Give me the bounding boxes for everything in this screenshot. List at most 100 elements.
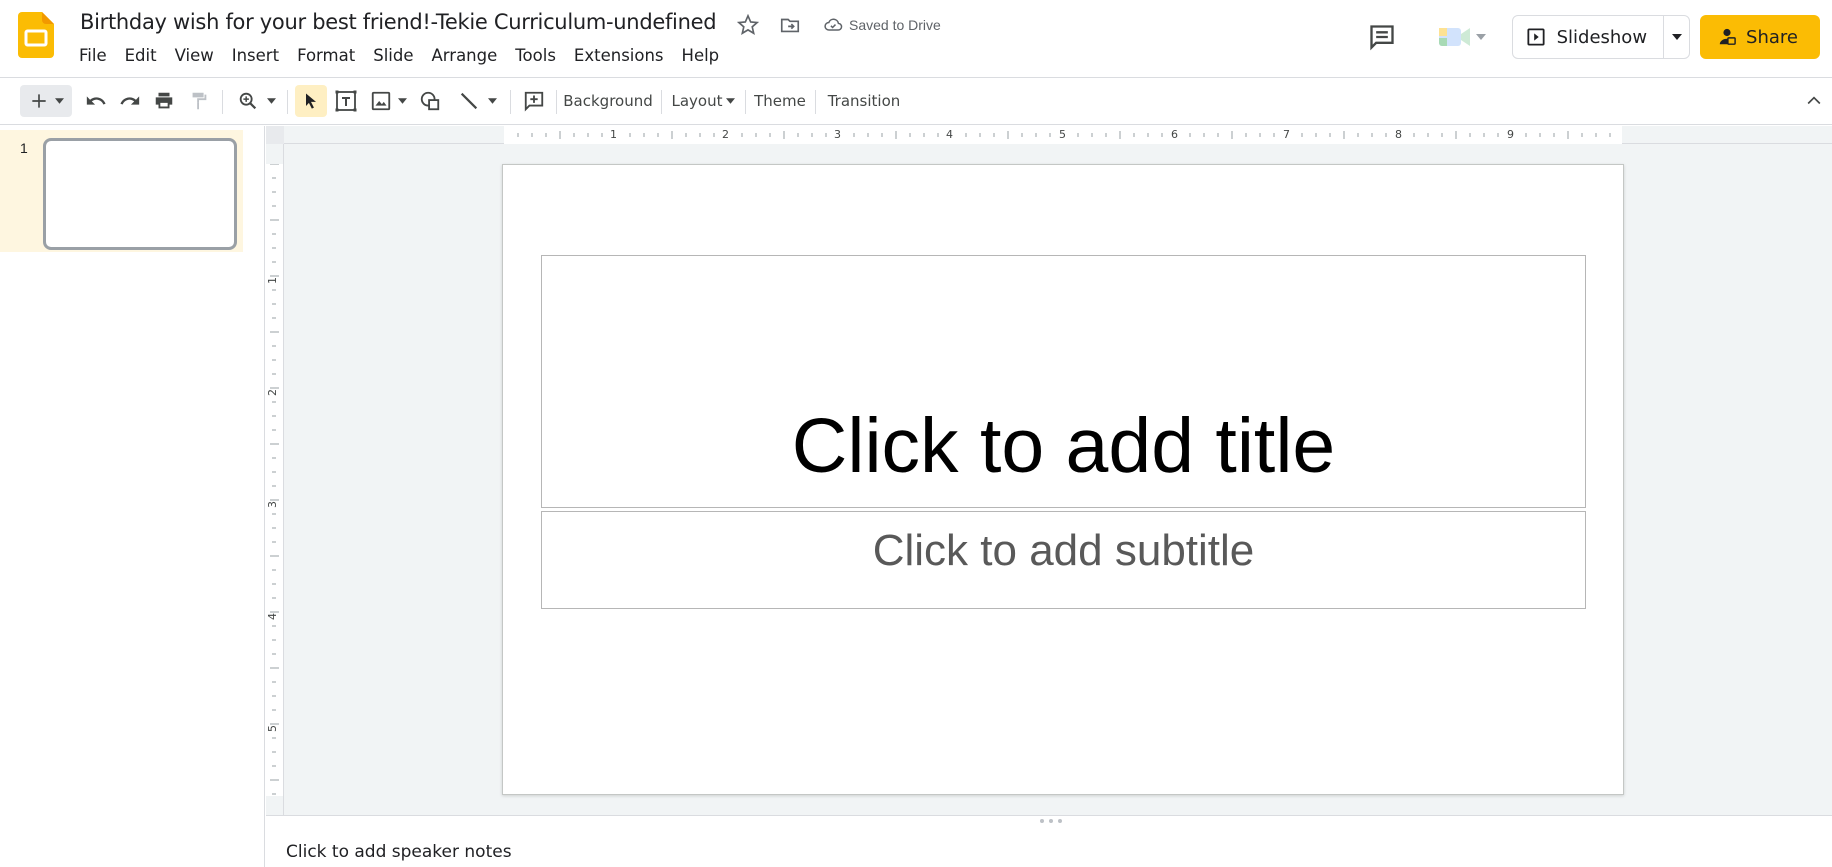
cursor-arrow-icon [306,93,316,109]
document-title[interactable]: Birthday wish for your best friend!-Teki… [80,10,717,34]
ruler-v-label: 5 [266,725,279,732]
save-status[interactable]: Saved to Drive [823,15,941,35]
menu-extensions[interactable]: Extensions [565,44,673,67]
paint-format-button[interactable] [185,78,213,124]
chevron-down-icon [1671,34,1682,40]
add-comment-icon [524,91,544,112]
slide-thumbnail[interactable] [43,138,237,250]
star-icon[interactable] [737,14,759,36]
toolbar-divider [745,90,746,114]
zoom-button[interactable] [232,78,280,124]
layout-button[interactable]: Layout [668,78,738,124]
menu-slide[interactable]: Slide [364,44,422,67]
slide-thumbnail-row[interactable]: 1 [0,130,243,252]
horizontal-ruler[interactable]: 1 2 3 4 5 6 7 8 9 [266,126,1832,144]
share-people-icon [1719,28,1736,45]
slide-filmstrip: 1 [0,126,265,867]
menu-edit[interactable]: Edit [116,44,166,67]
comment-history-icon [1369,25,1394,51]
toolbar-divider [222,90,223,114]
ruler-v-label: 2 [266,389,279,396]
transition-label: Transition [827,92,901,110]
share-label: Share [1746,26,1798,48]
menu-bar: File Edit View Insert Format Slide Arran… [70,44,728,67]
toolbar-divider [815,90,816,114]
slide-number: 1 [20,140,28,156]
chevron-up-icon [1807,96,1821,105]
chevron-down-icon [397,98,407,104]
theme-button[interactable]: Theme [752,78,808,124]
cloud-done-icon [824,18,843,31]
ruler-h-label: 5 [1059,128,1066,141]
slideshow-label: Slideshow [1556,26,1648,48]
menu-tools[interactable]: Tools [506,44,565,67]
subtitle-placeholder[interactable]: Click to add subtitle [541,511,1586,609]
slideshow-dropdown[interactable] [1663,16,1689,58]
ruler-v-label: 4 [266,613,279,620]
redo-button[interactable] [116,78,144,124]
line-button[interactable] [452,78,502,124]
top-bar: Birthday wish for your best friend!-Teki… [0,0,1832,76]
toolbar-divider [510,90,511,114]
save-status-text: Saved to Drive [849,17,941,33]
vertical-ruler-track: 1 2 3 4 5 [266,164,283,796]
theme-label: Theme [754,92,806,110]
paint-format-icon [192,92,207,110]
menu-format[interactable]: Format [288,44,364,67]
slideshow-play-icon [1527,28,1545,46]
menu-insert[interactable]: Insert [223,44,288,67]
header-actions: Slideshow Share [1362,14,1820,60]
undo-button[interactable] [82,78,110,124]
ruler-h-label: 9 [1507,128,1514,141]
chevron-down-icon [54,98,64,104]
add-comment-button[interactable] [519,78,549,124]
share-button[interactable]: Share [1700,15,1820,59]
drag-handle-icon [1040,819,1062,823]
menu-view[interactable]: View [166,44,223,67]
vertical-ruler[interactable]: 1 2 3 4 5 [266,144,284,815]
menu-arrange[interactable]: Arrange [423,44,507,67]
ruler-h-label: 8 [1395,128,1402,141]
ruler-corner [266,126,284,144]
notes-resize-handle[interactable] [266,815,1832,827]
move-to-folder-icon[interactable] [779,14,801,36]
ruler-v-label: 1 [266,277,279,284]
meet-dropdown-icon [1475,34,1486,40]
image-icon [371,91,390,111]
redo-icon [120,96,140,105]
ruler-h-label: 7 [1283,128,1290,141]
slide-canvas[interactable]: Click to add title Click to add subtitle [502,164,1624,795]
ruler-h-label: 2 [722,128,729,141]
menu-help[interactable]: Help [673,44,729,67]
toolbar-divider [556,90,557,114]
chevron-down-icon [266,98,276,104]
insert-image-button[interactable] [366,78,410,124]
title-placeholder-text: Click to add title [791,403,1336,489]
line-icon [460,92,477,110]
meet-button[interactable] [1438,25,1486,49]
collapse-toolbar-button[interactable] [1800,78,1828,124]
speaker-notes[interactable]: Click to add speaker notes [266,827,1832,867]
menu-file[interactable]: File [70,44,116,67]
shapes-icon [420,91,440,111]
title-placeholder[interactable]: Click to add title [541,255,1586,508]
shape-button[interactable] [416,78,444,124]
new-slide-button[interactable] [20,85,72,117]
background-button[interactable]: Background [563,78,653,124]
text-box-button[interactable] [332,78,360,124]
transition-button[interactable]: Transition [822,78,906,124]
select-tool-button[interactable] [295,85,327,117]
print-icon [155,92,173,109]
chevron-down-icon [725,98,735,104]
vertical-ruler-ticks [270,164,279,795]
background-label: Background [563,92,653,110]
print-button[interactable] [150,78,178,124]
ruler-h-label: 4 [946,128,953,141]
slides-logo-icon[interactable] [18,12,54,58]
plus-icon [31,94,46,108]
slideshow-button[interactable]: Slideshow [1513,16,1663,58]
subtitle-placeholder-text: Click to add subtitle [872,526,1255,575]
speaker-notes-placeholder: Click to add speaker notes [286,842,512,862]
comments-button[interactable] [1362,17,1402,57]
horizontal-ruler-track: 1 2 3 4 5 6 7 8 9 [504,126,1622,144]
